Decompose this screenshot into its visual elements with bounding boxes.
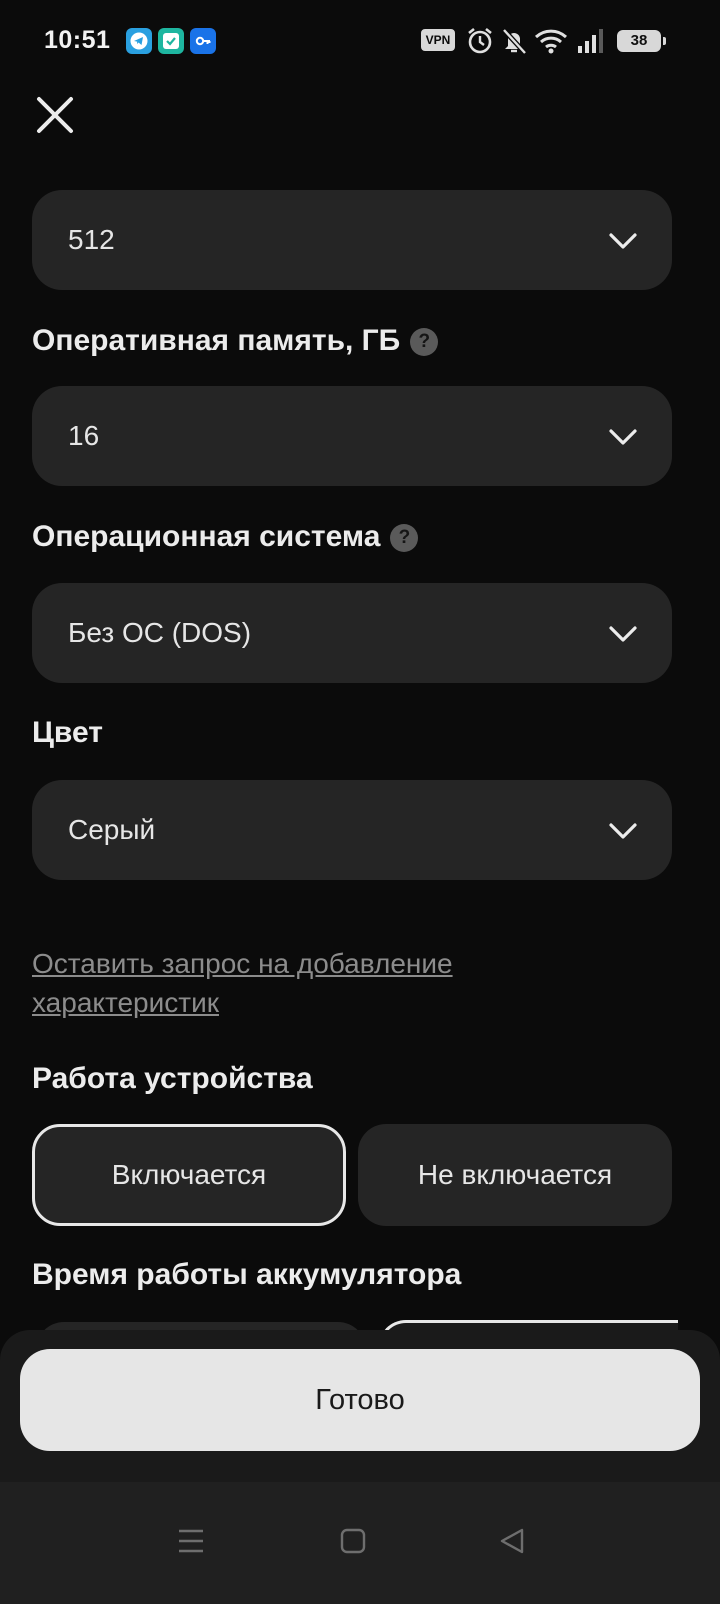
os-label: Операционная система? — [32, 520, 419, 554]
chevron-down-icon — [609, 823, 637, 839]
bell-off-icon — [502, 28, 527, 55]
vpn-badge: VPN — [421, 29, 455, 51]
chevron-down-icon — [609, 233, 637, 249]
help-icon[interactable]: ? — [390, 524, 419, 552]
device-work-label: Работа устройства — [32, 1062, 313, 1095]
battery-indicator: 38 — [617, 30, 666, 52]
task-check-icon — [158, 28, 184, 54]
color-value: Серый — [68, 814, 156, 845]
signal-icon — [578, 29, 603, 53]
chevron-down-icon — [609, 626, 637, 642]
ram-label-text: Оперативная память, ГБ — [32, 324, 401, 357]
ram-select[interactable]: 16 — [32, 386, 672, 486]
close-icon — [37, 97, 73, 133]
option-does-not-turn-on[interactable]: Не включается — [358, 1124, 672, 1226]
os-value: Без ОС (DOS) — [68, 617, 252, 648]
close-button[interactable] — [34, 94, 76, 136]
request-characteristics-link[interactable]: Оставить запрос на добавление характерис… — [32, 944, 592, 1022]
done-button[interactable]: Готово — [20, 1349, 700, 1451]
option-turns-on[interactable]: Включается — [32, 1124, 346, 1226]
back-triangle-icon[interactable] — [498, 1526, 528, 1556]
chevron-down-icon — [609, 429, 637, 445]
home-square-icon[interactable] — [338, 1526, 368, 1556]
alarm-icon — [468, 27, 492, 54]
os-select[interactable]: Без ОС (DOS) — [32, 583, 672, 683]
status-time: 10:51 — [44, 26, 111, 54]
ram-value: 16 — [68, 420, 100, 451]
key-icon — [190, 28, 216, 54]
battery-life-label: Время работы аккумулятора — [32, 1258, 462, 1291]
os-label-text: Операционная система — [32, 520, 381, 553]
color-label: Цвет — [32, 716, 103, 749]
telegram-icon — [126, 28, 152, 54]
system-nav-bar — [0, 1482, 720, 1604]
ram-label: Оперативная память, ГБ? — [32, 324, 439, 358]
wifi-icon — [534, 29, 568, 54]
storage-select[interactable]: 512 — [32, 190, 672, 290]
color-select[interactable]: Серый — [32, 780, 672, 880]
status-bar: 10:51 VPN 38 — [0, 0, 720, 84]
storage-value: 512 — [68, 224, 115, 255]
help-icon[interactable]: ? — [410, 328, 439, 356]
menu-icon[interactable] — [176, 1526, 206, 1556]
